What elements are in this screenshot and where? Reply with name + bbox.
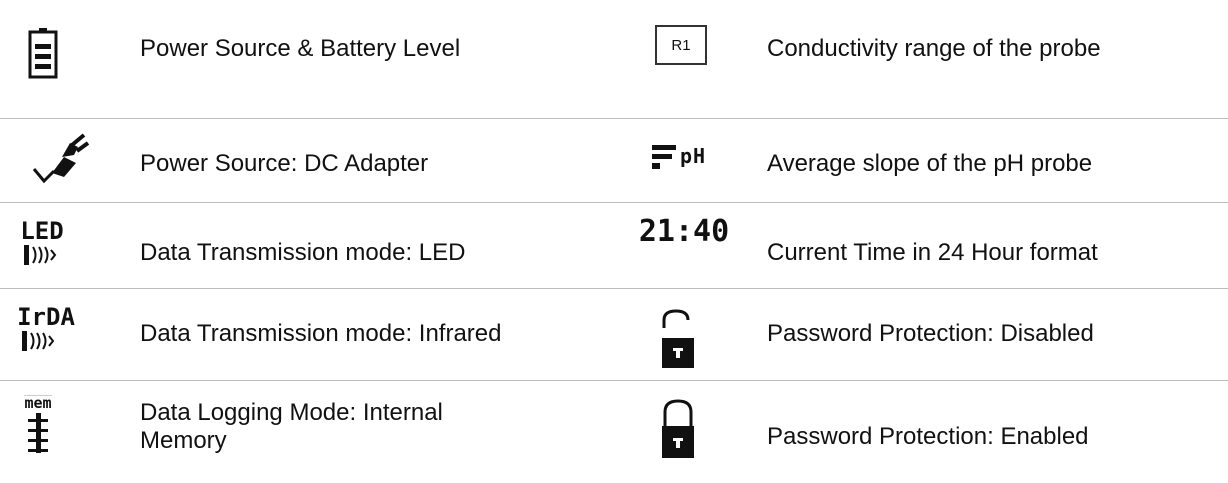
irda-text: IrDA xyxy=(17,303,75,331)
legend-row: mem Data Logging Mode: Internal Memory P… xyxy=(0,380,1228,473)
unlocked-padlock-icon xyxy=(633,288,753,380)
legend-label: Data Transmission mode: Infrared xyxy=(140,320,502,347)
legend-label: Conductivity range of the probe xyxy=(767,35,1101,62)
internal-memory-icon: mem xyxy=(14,380,114,473)
legend-label: Power Source & Battery Level xyxy=(140,35,461,62)
mem-text: mem xyxy=(24,393,52,412)
ph-slope-icon: pH xyxy=(633,118,753,202)
legend-label: Data Transmission mode: LED xyxy=(140,239,466,266)
legend-row: LED Data Transmission mode: LED 21:40 Cu… xyxy=(0,202,1228,288)
legend-label: Current Time in 24 Hour format xyxy=(767,239,1098,266)
conductivity-range-text: R1 xyxy=(671,36,691,54)
battery-icon xyxy=(14,0,114,118)
legend-label: Password Protection: Enabled xyxy=(767,422,1089,450)
clock-time-icon: 21:40 xyxy=(633,202,753,288)
locked-padlock-icon xyxy=(633,380,753,473)
legend-label: Average slope of the pH probe xyxy=(767,150,1093,177)
dc-adapter-plug-icon xyxy=(14,118,114,202)
legend-label: Power Source: DC Adapter xyxy=(140,150,429,177)
legend-row: IrDA Data Transmission mode: Infrared Pa… xyxy=(0,288,1228,380)
legend-row: Power Source: DC Adapter pH Average slop… xyxy=(0,118,1228,202)
led-transmission-icon: LED xyxy=(14,202,114,288)
ph-slope-text: pH xyxy=(679,144,707,168)
conductivity-range-icon: R1 xyxy=(633,0,753,118)
legend-label: Password Protection: Disabled xyxy=(767,320,1094,347)
icon-legend-table: Power Source & Battery Level R1 Conducti… xyxy=(0,0,1228,473)
legend-label: Data Logging Mode: Internal Memory xyxy=(140,398,443,454)
led-text: LED xyxy=(20,217,64,245)
legend-row: Power Source & Battery Level R1 Conducti… xyxy=(0,0,1228,118)
time-text: 21:40 xyxy=(638,213,730,249)
infrared-transmission-icon: IrDA xyxy=(14,288,114,380)
